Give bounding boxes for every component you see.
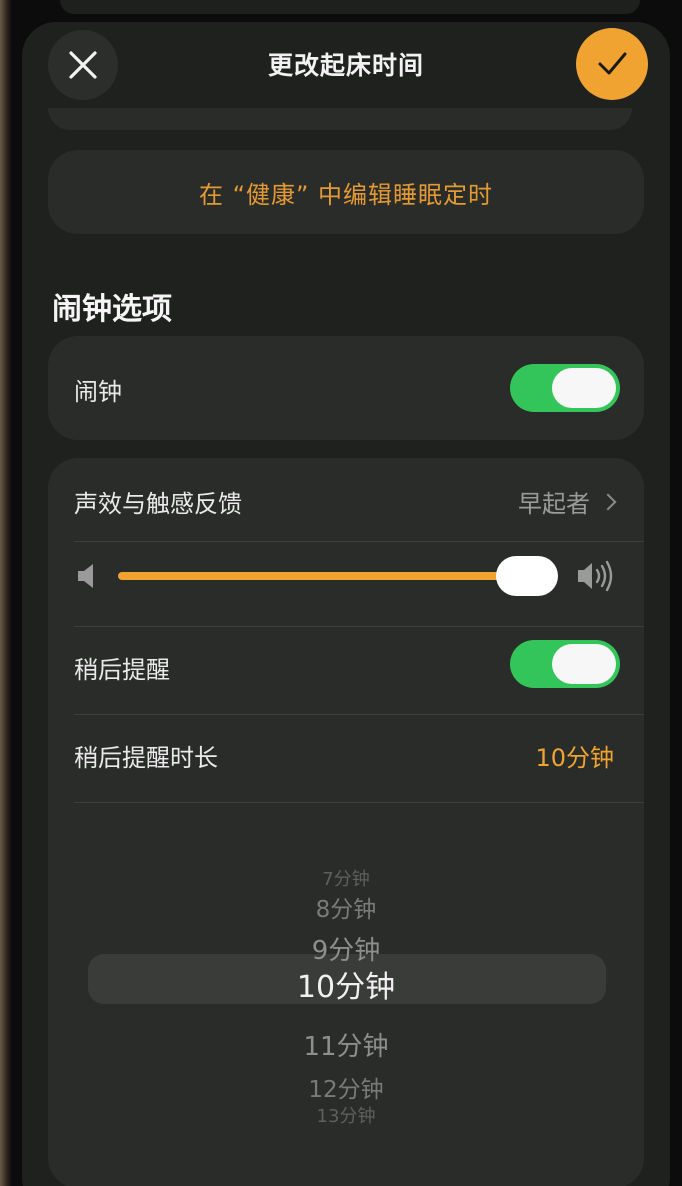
- volume-slider-track[interactable]: [118, 572, 518, 580]
- confirm-button[interactable]: [576, 28, 648, 100]
- snooze-toggle-knob: [552, 644, 616, 684]
- picker-option[interactable]: 13分钟: [48, 1102, 644, 1128]
- picker-option[interactable]: 7分钟: [48, 865, 644, 891]
- divider: [74, 541, 644, 542]
- snooze-label: 稍后提醒: [74, 656, 170, 684]
- edit-sleep-schedule-label: 在 “健康” 中编辑睡眠定时: [198, 180, 494, 209]
- previous-card-edge: [48, 108, 632, 130]
- alarm-label: 闹钟: [74, 378, 122, 406]
- section-title: 闹钟选项: [52, 292, 172, 327]
- sound-haptics-label: 声效与触感反馈: [74, 490, 242, 518]
- device-frame-top: [60, 0, 640, 14]
- alarm-card: 闹钟: [48, 336, 644, 440]
- sound-haptics-row[interactable]: 早起者: [518, 484, 617, 519]
- divider: [74, 802, 644, 803]
- snooze-duration-value[interactable]: 10分钟: [535, 738, 614, 773]
- alarm-toggle-knob: [552, 368, 616, 408]
- sound-value: 早起者: [518, 490, 590, 518]
- edit-sleep-schedule-button[interactable]: 在 “健康” 中编辑睡眠定时: [48, 150, 644, 234]
- chevron-right-icon: [599, 493, 617, 510]
- volume-high-icon: [578, 560, 613, 592]
- page-title: 更改起床时间: [267, 51, 424, 80]
- snooze-duration-picker[interactable]: 7分钟 8分钟 9分钟 10分钟 11分钟 12分钟 13分钟: [48, 838, 644, 1128]
- divider: [74, 714, 644, 715]
- volume-slider-thumb[interactable]: [496, 556, 558, 596]
- alarm-options-card: 声效与触感反馈 早起者 稍后提醒 稍后提醒时长 10分钟 7分钟 8分钟 9分钟…: [48, 458, 644, 1186]
- picker-option[interactable]: 12分钟: [48, 1070, 644, 1104]
- snooze-duration-label: 稍后提醒时长: [74, 744, 218, 772]
- picker-option[interactable]: 8分钟: [48, 890, 644, 924]
- picker-option-selected[interactable]: 10分钟: [48, 962, 644, 1006]
- picker-option[interactable]: 11分钟: [48, 1026, 644, 1063]
- snooze-toggle[interactable]: [510, 640, 620, 688]
- edit-wake-time-sheet: 更改起床时间 在 “健康” 中编辑睡眠定时 闹钟选项 闹钟 声效与触感反馈 早起…: [22, 22, 670, 1186]
- alarm-toggle[interactable]: [510, 364, 620, 412]
- device-frame-edge: [0, 0, 12, 1186]
- volume-low-icon: [78, 564, 93, 588]
- checkmark-icon: [598, 52, 627, 75]
- divider: [74, 626, 644, 627]
